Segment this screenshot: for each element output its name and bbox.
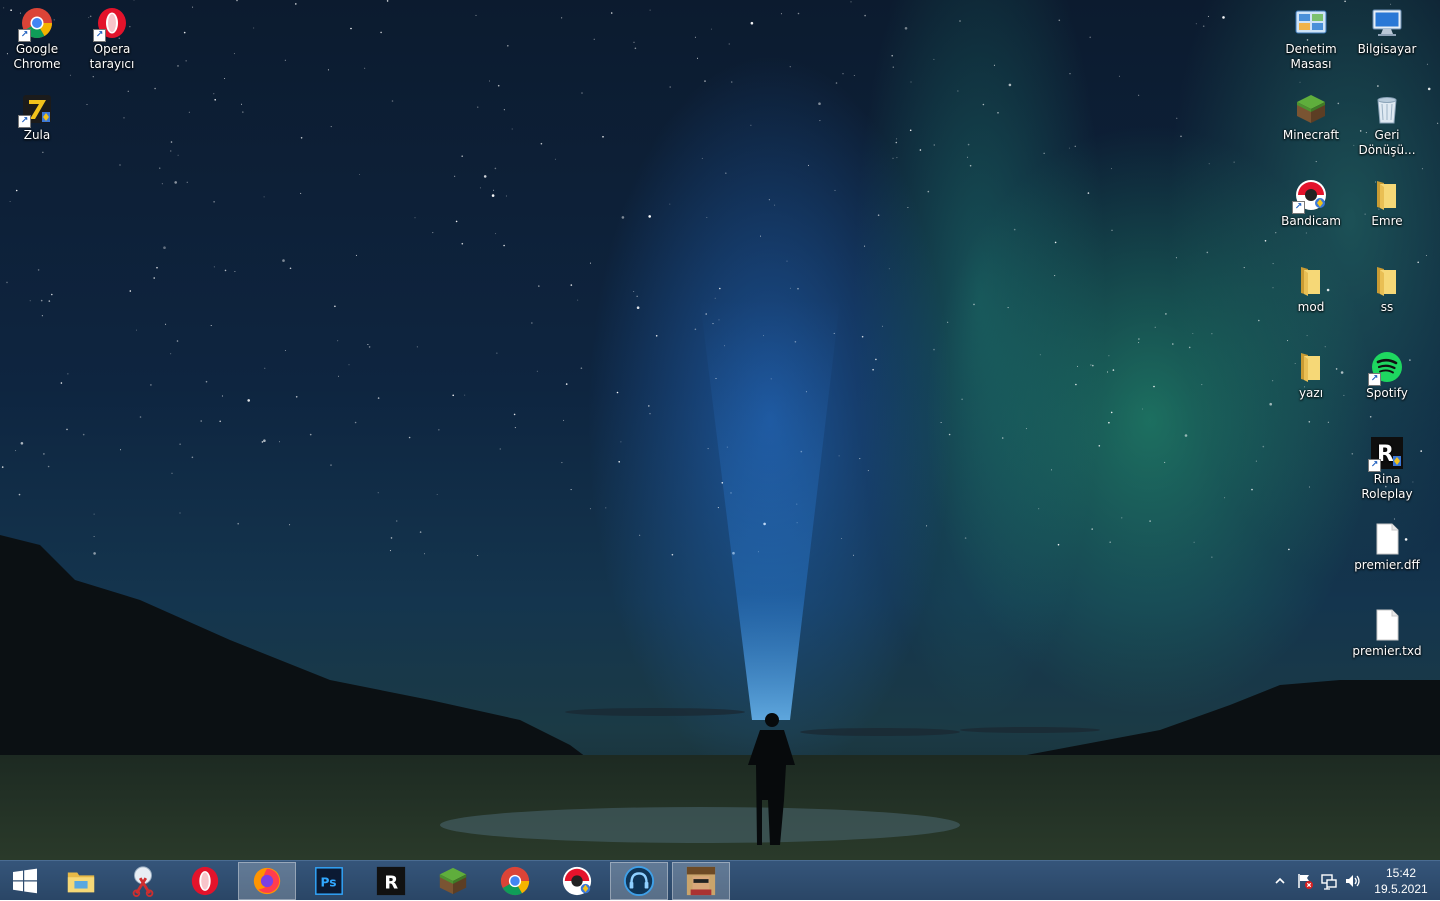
- svg-text:R: R: [384, 873, 398, 894]
- desktop-icon-label: Google Chrome: [13, 42, 61, 71]
- clock-date: 19.5.2021: [1374, 882, 1428, 896]
- desktop-icon[interactable]: Bilgisayar: [1350, 0, 1424, 57]
- volume-icon: [1346, 875, 1360, 887]
- chevron-up-icon: [1275, 877, 1285, 884]
- taskbar-app-chrome[interactable]: [486, 862, 544, 900]
- taskbar-app-file-explorer[interactable]: [52, 862, 110, 900]
- desktop[interactable]: ↗ Google Chrome ↗ Opera tarayıcı ↗ Zula Den…: [0, 0, 1440, 860]
- minecraft-icon: [437, 865, 469, 897]
- folder-icon: [1370, 178, 1404, 212]
- taskbar-app-minecraft[interactable]: [424, 862, 482, 900]
- desktop-icon-label: Rina Roleplay: [1361, 472, 1413, 501]
- desktop-icon-label: ss: [1380, 300, 1394, 314]
- computer-icon: [1370, 6, 1404, 40]
- volume-tray-button[interactable]: [1342, 861, 1364, 901]
- desktop-icon-label: Zula: [23, 128, 51, 142]
- desktop-icon-label: Bilgisayar: [1357, 42, 1417, 56]
- taskbar-app-opera[interactable]: [176, 862, 234, 900]
- desktop-icon[interactable]: ↗ Spotify: [1350, 344, 1424, 401]
- desktop-icon[interactable]: ss: [1350, 258, 1424, 315]
- flag-error-icon: [1298, 874, 1313, 889]
- chrome-icon: ↗: [18, 6, 54, 42]
- show-hidden-icons-button[interactable]: [1270, 861, 1290, 901]
- desktop-icon[interactable]: R ↗ Rina Roleplay: [1350, 430, 1424, 502]
- game-avatar-icon: [685, 865, 717, 897]
- file-icon: [1370, 608, 1404, 642]
- folder-icon: [1370, 264, 1404, 298]
- file-explorer-icon: [65, 865, 97, 897]
- desktop-icon[interactable]: premier.dff: [1350, 516, 1424, 573]
- zula-icon: ↗: [18, 92, 54, 128]
- opera-icon: [189, 865, 221, 897]
- folder-icon: [1294, 264, 1328, 298]
- snipping-tool-icon: [127, 865, 159, 897]
- desktop-icon[interactable]: ↗ Google Chrome: [0, 0, 74, 72]
- rina-roleplay-icon: R ↗: [1368, 436, 1404, 472]
- desktop-icon[interactable]: Denetim Masası: [1274, 0, 1348, 72]
- desktop-icon-label: Geri Dönüşü...: [1358, 128, 1416, 157]
- desktop-icon-label: Minecraft: [1282, 128, 1340, 142]
- desktop-icon[interactable]: Emre: [1350, 172, 1424, 229]
- taskbar: Ps R 15:42 19.5.2021: [0, 860, 1440, 900]
- desktop-icon[interactable]: ↗ Zula: [0, 86, 74, 143]
- minecraft-icon: [1294, 92, 1328, 126]
- windows-start-icon: [13, 868, 37, 894]
- recycle-bin-icon: [1370, 92, 1404, 126]
- desktop-icon-label: premier.txd: [1352, 644, 1422, 658]
- folder-icon: [1294, 350, 1328, 384]
- windows-start-button[interactable]: [0, 862, 50, 900]
- clock-time: 15:42: [1385, 866, 1417, 880]
- taskbar-app-photoshop[interactable]: Ps: [300, 862, 358, 900]
- action-center-tray-button[interactable]: [1294, 861, 1316, 901]
- spotify-icon: ↗: [1368, 350, 1404, 386]
- desktop-icon-label: Opera tarayıcı: [89, 42, 135, 71]
- desktop-icon-label: mod: [1297, 300, 1325, 314]
- rockstar-launcher-icon: R: [375, 865, 407, 897]
- desktop-icon[interactable]: Minecraft: [1274, 86, 1348, 143]
- desktop-icon-label: yazı: [1298, 386, 1324, 400]
- bandicam-icon: [561, 865, 593, 897]
- wallpaper-landscape: [0, 300, 1440, 860]
- file-icon: [1370, 522, 1404, 556]
- chrome-icon: [499, 865, 531, 897]
- taskbar-app-firefox[interactable]: [238, 862, 296, 900]
- desktop-icon[interactable]: yazı: [1274, 344, 1348, 401]
- desktop-icon[interactable]: mod: [1274, 258, 1348, 315]
- desktop-icon-label: Spotify: [1366, 386, 1408, 400]
- desktop-icon-label: premier.dff: [1354, 558, 1420, 572]
- desktop-icon[interactable]: premier.txd: [1350, 602, 1424, 659]
- desktop-icon[interactable]: Geri Dönüşü...: [1350, 86, 1424, 158]
- network-icon: [1321, 874, 1337, 890]
- desktop-icon-label: Emre: [1371, 214, 1403, 228]
- taskbar-clock[interactable]: 15:42 19.5.2021: [1362, 865, 1440, 897]
- desktop-icon[interactable]: ↗ Bandicam: [1274, 172, 1348, 229]
- opera-icon: ↗: [93, 6, 129, 42]
- bandicam-icon: ↗: [1292, 178, 1328, 214]
- photoshop-icon: Ps: [313, 865, 345, 897]
- network-tray-button[interactable]: [1318, 861, 1340, 901]
- desktop-icon-label: Denetim Masası: [1285, 42, 1337, 71]
- taskbar-app-bandicam[interactable]: [548, 862, 606, 900]
- taskbar-app-rockstar-launcher[interactable]: R: [362, 862, 420, 900]
- svg-text:Ps: Ps: [321, 876, 337, 890]
- firefox-icon: [251, 865, 283, 897]
- control-panel-icon: [1294, 6, 1328, 40]
- taskbar-app-game-avatar[interactable]: [672, 862, 730, 900]
- desktop-icon[interactable]: ↗ Opera tarayıcı: [75, 0, 149, 72]
- taskbar-app-snipping-tool[interactable]: [114, 862, 172, 900]
- desktop-icon-label: Bandicam: [1281, 214, 1341, 228]
- taskbar-app-headset-app[interactable]: [610, 862, 668, 900]
- headset-app-icon: [623, 865, 655, 897]
